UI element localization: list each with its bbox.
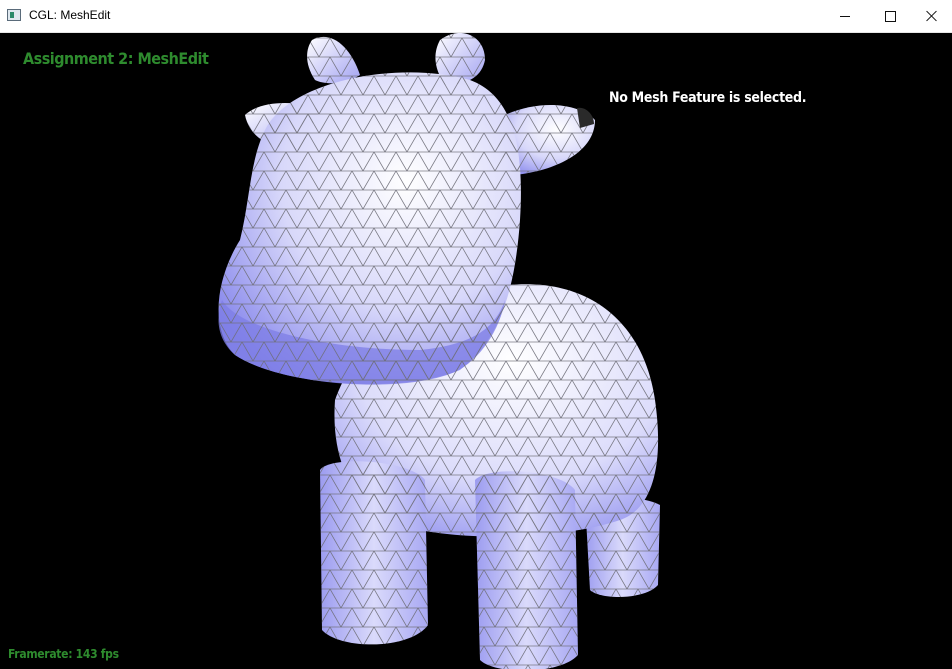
maximize-button[interactable] — [867, 0, 913, 32]
minimize-button[interactable] — [822, 0, 868, 32]
window-title: CGL: MeshEdit — [29, 8, 111, 22]
close-icon — [926, 10, 938, 22]
app-icon — [7, 9, 21, 21]
selection-status: No Mesh Feature is selected. — [609, 90, 807, 106]
framerate-readout: Framerate: 143 fps — [8, 647, 119, 661]
app-window: CGL: MeshEdit Assignment 2: MeshEdit No … — [0, 0, 952, 669]
title-bar[interactable]: CGL: MeshEdit — [0, 0, 952, 33]
maximize-icon — [884, 10, 896, 22]
gl-viewport[interactable]: Assignment 2: MeshEdit No Mesh Feature i… — [0, 33, 952, 669]
minimize-icon — [840, 15, 850, 17]
cow-mesh[interactable] — [0, 33, 952, 669]
assignment-title: Assignment 2: MeshEdit — [23, 49, 209, 68]
wireframe-overlay — [218, 33, 660, 669]
close-button[interactable] — [912, 0, 952, 32]
